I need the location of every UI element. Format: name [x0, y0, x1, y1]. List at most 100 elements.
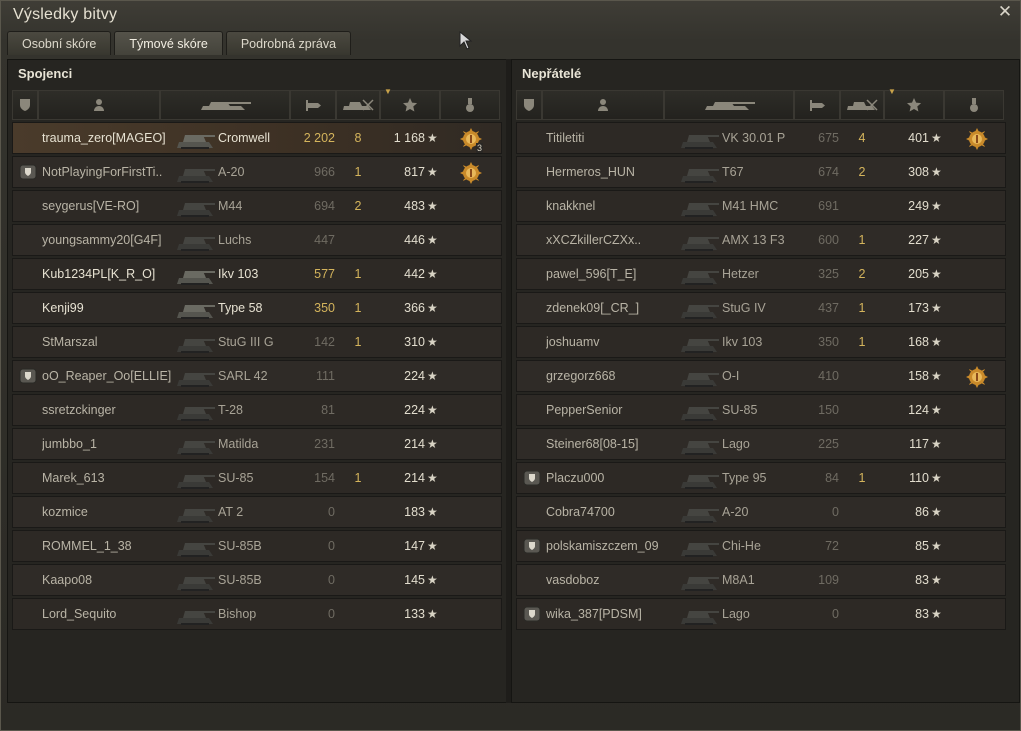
table-row[interactable]: vasdoboz M8A1 109 83 ★ — [516, 564, 1006, 596]
table-row[interactable]: youngsammy20[G4F] Luchs 447 446 ★ — [12, 224, 502, 256]
mouse-cursor-icon — [459, 31, 473, 50]
table-row[interactable]: Titiletiti VK 30.01 P 675 4 401 ★ — [516, 122, 1006, 154]
tank-icon — [679, 498, 721, 526]
table-row[interactable]: oO_Reaper_Oo[ELLIE] SARL 42 111 224 ★ — [12, 360, 502, 392]
player-name: youngsammy20[G4F] — [42, 233, 162, 247]
allies-col-player[interactable] — [38, 90, 160, 120]
damage-value: 2 202 — [303, 131, 335, 145]
allies-col-tank[interactable] — [160, 90, 290, 120]
squad-shield-icon — [19, 164, 37, 180]
experience-value: 205 — [908, 267, 929, 281]
allies-col-damage-shell[interactable] — [290, 90, 336, 120]
enemies-col-medal[interactable] — [944, 90, 1004, 120]
medal-icon[interactable] — [459, 161, 483, 185]
tank-icon — [679, 226, 721, 254]
tab-personal-score[interactable]: Osobní skóre — [7, 31, 112, 55]
tank-icon — [175, 192, 217, 220]
experience-value: 366 — [404, 301, 425, 315]
table-row[interactable]: knakknel M41 HMC 691 249 ★ — [516, 190, 1006, 222]
table-row[interactable]: zdenek09[_CR_] StuG IV 437 1 173 ★ — [516, 292, 1006, 324]
player-name: knakknel — [546, 199, 596, 213]
enemies-col-squad-shield[interactable] — [516, 90, 542, 120]
tank-icon — [679, 464, 721, 492]
experience-value: 1 168 — [393, 131, 425, 145]
player-name: ROMMEL_1_38 — [42, 539, 132, 553]
squad-shield-icon — [523, 538, 541, 554]
tank-icon — [175, 600, 217, 628]
table-row[interactable]: Placzu000 Type 95 84 1 110 ★ — [516, 462, 1006, 494]
squad-shield-icon — [523, 606, 541, 622]
enemies-col-experience-star[interactable]: ▼ — [884, 87, 944, 120]
medal-icon[interactable] — [965, 127, 989, 151]
vehicle-name: Type 58 — [218, 301, 263, 315]
allies-col-squad-shield[interactable] — [12, 90, 38, 120]
table-row[interactable]: PepperSenior SU-85 150 124 ★ — [516, 394, 1006, 426]
table-row[interactable]: Marek_613 SU-85 154 1 214 ★ — [12, 462, 502, 494]
table-row[interactable]: joshuamv Ikv 103 350 1 168 ★ — [516, 326, 1006, 358]
player-name: polskamiszczem_09 — [546, 539, 659, 553]
tab-team-score[interactable]: Týmové skóre — [114, 31, 223, 55]
experience-value: 446 — [404, 233, 425, 247]
medal-icon[interactable]: 3 — [459, 127, 483, 153]
table-row[interactable]: Kenji99 Type 58 350 1 366 ★ — [12, 292, 502, 324]
experience-value: 817 — [404, 165, 425, 179]
experience-star-icon: ★ — [427, 233, 438, 247]
damage-value: 691 — [818, 199, 839, 213]
allies-panel: Spojenci ▼ trauma_zero[MAGEO] Cromwell 2 … — [7, 59, 508, 703]
table-row[interactable]: seygerus[VE-RO] M44 694 2 483 ★ — [12, 190, 502, 222]
vehicle-name: AMX 13 F3 — [722, 233, 785, 247]
table-row[interactable]: pawel_596[T_E] Hetzer 325 2 205 ★ — [516, 258, 1006, 290]
experience-star-icon: ★ — [931, 369, 942, 383]
enemies-col-destroyed-tank[interactable] — [840, 90, 884, 120]
table-row[interactable]: jumbbo_1 Matilda 231 214 ★ — [12, 428, 502, 460]
enemies-col-damage-shell[interactable] — [794, 90, 840, 120]
table-row[interactable]: grzegorz668 O-I 410 158 ★ — [516, 360, 1006, 392]
player-name: grzegorz668 — [546, 369, 616, 383]
table-row[interactable]: Kaapo08 SU-85B 0 145 ★ — [12, 564, 502, 596]
vehicle-name: SARL 42 — [218, 369, 268, 383]
damage-value: 966 — [314, 165, 335, 179]
tab-detailed-report[interactable]: Podrobná zpráva — [225, 31, 352, 55]
player-name: NotPlayingForFirstTi.. — [42, 165, 163, 179]
table-row[interactable]: ssretzckinger T-28 81 224 ★ — [12, 394, 502, 426]
enemies-col-tank[interactable] — [664, 90, 794, 120]
damage-value: 142 — [314, 335, 335, 349]
table-row[interactable]: NotPlayingForFirstTi.. A-20 966 1 817 ★ — [12, 156, 502, 188]
experience-star-icon: ★ — [427, 607, 438, 621]
table-row[interactable]: Kub1234PL[K_R_O] Ikv 103 577 1 442 ★ — [12, 258, 502, 290]
experience-star-icon: ★ — [931, 471, 942, 485]
player-name: Marek_613 — [42, 471, 105, 485]
table-row[interactable]: ROMMEL_1_38 SU-85B 0 147 ★ — [12, 530, 502, 562]
medal-icon[interactable] — [965, 365, 989, 389]
table-row[interactable]: kozmice AT 2 0 183 ★ — [12, 496, 502, 528]
close-icon[interactable]: ✕ — [996, 3, 1014, 21]
table-row[interactable]: xXCZkillerCZXx.. AMX 13 F3 600 1 227 ★ — [516, 224, 1006, 256]
experience-star-icon: ★ — [931, 573, 942, 587]
experience-star-icon: ★ — [427, 267, 438, 281]
table-row[interactable]: Cobra74700 A-20 0 86 ★ — [516, 496, 1006, 528]
kills-value: 1 — [858, 335, 866, 349]
player-name: jumbbo_1 — [42, 437, 97, 451]
enemies-rows: Titiletiti VK 30.01 P 675 4 401 ★ Hermeros_HU… — [516, 122, 1006, 632]
table-row[interactable]: Lord_Sequito Bishop 0 133 ★ — [12, 598, 502, 630]
table-row[interactable]: Steiner68[08-15] Lago 225 117 ★ — [516, 428, 1006, 460]
enemies-col-player[interactable] — [542, 90, 664, 120]
experience-star-icon: ★ — [931, 233, 942, 247]
experience-star-icon: ★ — [427, 437, 438, 451]
allies-col-destroyed-tank[interactable] — [336, 90, 380, 120]
experience-value: 442 — [404, 267, 425, 281]
player-name: kozmice — [42, 505, 88, 519]
vehicle-name: Lago — [722, 437, 750, 451]
tank-icon — [175, 464, 217, 492]
player-name: Kaapo08 — [42, 573, 93, 587]
table-row[interactable]: wika_387[PDSM] Lago 0 83 ★ — [516, 598, 1006, 630]
table-row[interactable]: trauma_zero[MAGEO] Cromwell 2 202 8 1 168 ★ 3 — [12, 122, 502, 154]
table-row[interactable]: Hermeros_HUN T67 674 2 308 ★ — [516, 156, 1006, 188]
squad-shield-icon — [523, 98, 535, 112]
player-name: seygerus[VE-RO] — [42, 199, 140, 213]
table-row[interactable]: StMarszal StuG III G 142 1 310 ★ — [12, 326, 502, 358]
tank-icon — [175, 226, 217, 254]
table-row[interactable]: polskamiszczem_09 Chi-He 72 85 ★ — [516, 530, 1006, 562]
allies-col-experience-star[interactable]: ▼ — [380, 87, 440, 120]
allies-col-medal[interactable] — [440, 90, 500, 120]
